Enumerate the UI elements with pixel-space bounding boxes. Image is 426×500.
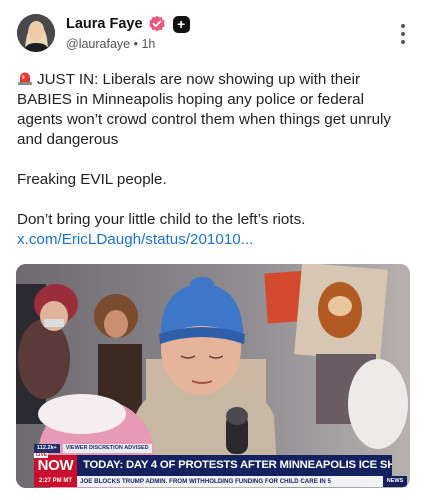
- live-label: LIVE: [34, 452, 48, 458]
- now-label: NOW: [34, 455, 77, 476]
- author-row: Laura Faye +: [66, 15, 190, 33]
- post-time[interactable]: 1h: [141, 37, 155, 51]
- verified-badge-icon: [148, 15, 165, 32]
- chyron-headline: TODAY: DAY 4 OF PROTESTS AFTER MINNEAPOL…: [77, 455, 392, 476]
- more-options-icon[interactable]: [400, 24, 406, 44]
- video-thumbnail[interactable]: 112.2k+ VIEWER DISCRETION ADVISED NOW TO…: [16, 264, 410, 488]
- post-line-1: JUST IN: Liberals are now showing up wit…: [17, 70, 413, 150]
- post-line-3: Don’t bring your little child to the lef…: [17, 211, 306, 228]
- chyron-ticker: JOE BLOCKS TRUMP ADMIN. FROM WITHHOLDING…: [77, 476, 383, 487]
- advisory-label: VIEWER DISCRETION ADVISED: [62, 444, 152, 453]
- post-card[interactable]: Laura Faye + @laurafaye • 1h JUST IN: Li…: [0, 0, 426, 500]
- siren-emoji-icon: [18, 72, 32, 85]
- network-logo: NEWS: [383, 476, 407, 487]
- author-handle[interactable]: @laurafaye: [66, 37, 130, 51]
- chyron-time: 2:27 PM MT: [34, 476, 77, 487]
- post-link[interactable]: x.com/EricLDaugh/status/201010...: [17, 231, 253, 248]
- author-meta: @laurafaye • 1h: [66, 37, 155, 51]
- author-name[interactable]: Laura Faye: [66, 16, 143, 32]
- post-line-2: Freaking EVIL people.: [17, 171, 167, 188]
- meta-separator: •: [133, 37, 138, 51]
- post-text: JUST IN: Liberals are now showing up wit…: [17, 70, 413, 250]
- post-line-1-text: JUST IN: Liberals are now showing up wit…: [17, 71, 391, 148]
- follow-button[interactable]: +: [172, 15, 190, 33]
- avatar[interactable]: [17, 14, 55, 52]
- chyron-topline: 112.2k+ VIEWER DISCRETION ADVISED: [34, 444, 152, 453]
- news-chyron: 112.2k+ VIEWER DISCRETION ADVISED NOW TO…: [16, 444, 410, 488]
- avatar-image: [17, 14, 55, 52]
